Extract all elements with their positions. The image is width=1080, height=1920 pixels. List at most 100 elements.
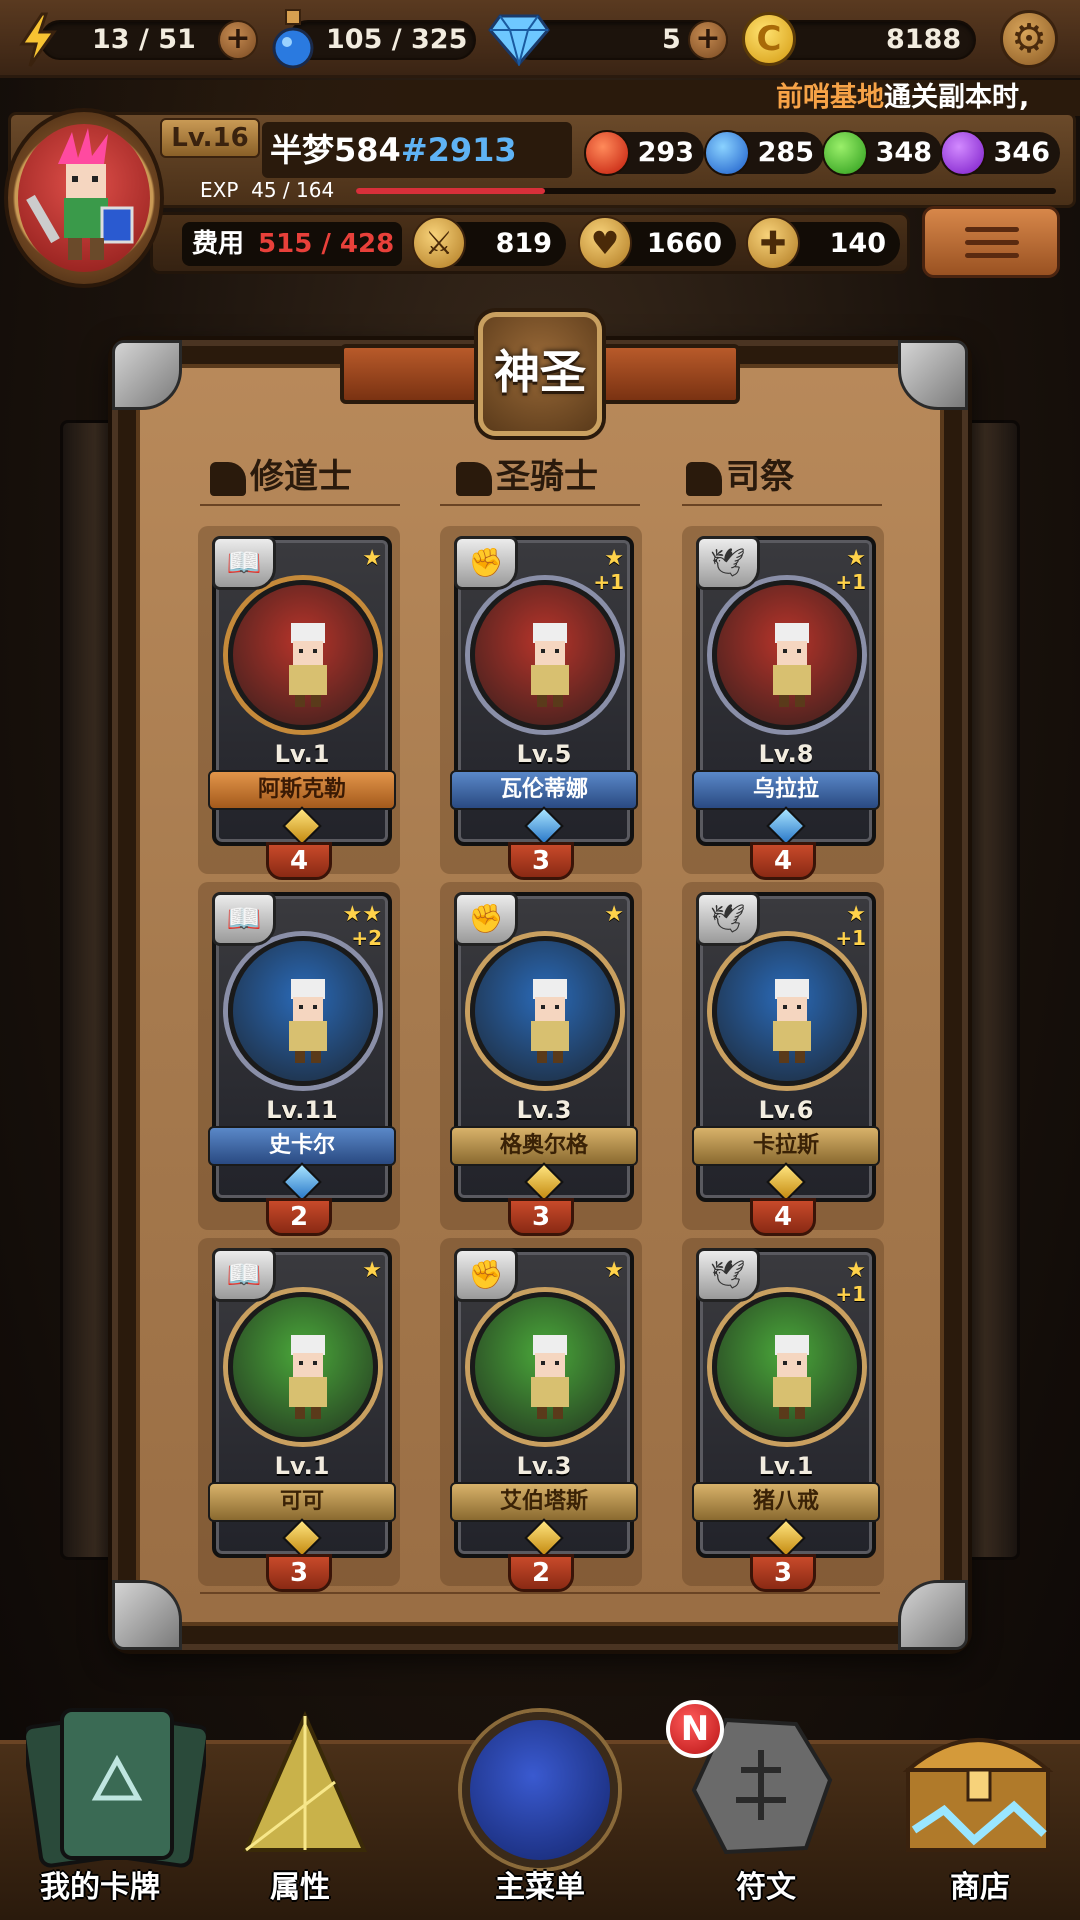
hero-card[interactable]: 🕊 ★ +1 Lv.1 猪八戒 bbox=[692, 1248, 880, 1558]
wings-class-icon: 🕊 bbox=[696, 1248, 760, 1302]
hero-sprite bbox=[773, 1335, 811, 1419]
nav-my-cards[interactable]: 我的卡牌 bbox=[0, 1690, 206, 1920]
gold-coin-icon: C bbox=[742, 12, 796, 66]
hero-portrait bbox=[228, 580, 378, 730]
card-cost: 3 bbox=[508, 1198, 574, 1236]
add-diamond-button[interactable]: + bbox=[688, 20, 728, 60]
card-cost: 2 bbox=[266, 1198, 332, 1236]
fire-element-value: 293 bbox=[637, 137, 694, 168]
hero-sprite bbox=[773, 979, 811, 1063]
new-badge: N bbox=[666, 1700, 724, 1758]
rarity-gem-icon bbox=[766, 806, 806, 846]
card-cost: 3 bbox=[508, 842, 574, 880]
hp-value: 1660 bbox=[646, 228, 722, 259]
hero-level: Lv.1 bbox=[274, 1452, 330, 1480]
hero-name: 可可 bbox=[208, 1482, 396, 1522]
monk-class-icon bbox=[210, 461, 246, 496]
nav-main-menu[interactable]: 主菜单 bbox=[440, 1690, 640, 1920]
fist-class-icon: ✊ bbox=[454, 536, 518, 590]
hero-card[interactable]: 📖 ★★ +2 Lv.11 史卡尔 bbox=[208, 892, 396, 1202]
column-header-paladin: 圣骑士 bbox=[456, 452, 656, 502]
player-name[interactable]: 半梦584#2913 bbox=[262, 122, 572, 178]
hero-sprite bbox=[531, 623, 569, 707]
hero-card[interactable]: ✊ ★ Lv.3 艾伯塔斯 bbox=[450, 1248, 638, 1558]
hamburger-icon bbox=[965, 227, 1019, 232]
card-cost: 3 bbox=[266, 1554, 332, 1592]
priest-class-icon bbox=[686, 461, 722, 496]
paladin-class-icon bbox=[456, 461, 492, 496]
hero-level: Lv.1 bbox=[274, 740, 330, 768]
hero-card[interactable]: 📖 ★ Lv.1 阿斯克勒 bbox=[208, 536, 396, 846]
divider bbox=[200, 504, 400, 506]
hero-name: 猪八戒 bbox=[692, 1482, 880, 1522]
rarity-gem-icon bbox=[766, 1162, 806, 1202]
hero-name: 史卡尔 bbox=[208, 1126, 396, 1166]
exp-readout: EXP 45 / 164 bbox=[200, 178, 334, 202]
main-menu-emblem-icon bbox=[462, 1712, 618, 1868]
hero-card[interactable]: 🕊 ★ +1 Lv.6 卡拉斯 bbox=[692, 892, 880, 1202]
energy-value: 13 / 51 bbox=[92, 24, 196, 55]
heal-value: 140 bbox=[829, 228, 886, 259]
upgrade-count: +1 bbox=[835, 570, 866, 594]
player-level-badge: Lv.16 bbox=[160, 118, 260, 158]
hero-name: 格奥尔格 bbox=[450, 1126, 638, 1166]
hero-level: Lv.5 bbox=[516, 740, 572, 768]
rarity-gem-icon bbox=[766, 1518, 806, 1558]
column-label: 司祭 bbox=[726, 457, 794, 497]
avatar[interactable] bbox=[18, 124, 150, 272]
star-rating: ★ bbox=[604, 902, 624, 927]
nav-shop[interactable]: 商店 bbox=[880, 1690, 1080, 1920]
gear-icon: ⚙ bbox=[1011, 16, 1047, 62]
hero-level: Lv.3 bbox=[516, 1096, 572, 1124]
settings-gear-button[interactable]: ⚙ bbox=[1000, 10, 1058, 68]
star-rating: ★ bbox=[604, 546, 624, 571]
upgrade-count: +1 bbox=[835, 926, 866, 950]
marquee-highlight: 前哨基地 bbox=[776, 82, 884, 113]
hero-card[interactable]: 📖 ★ Lv.1 可可 bbox=[208, 1248, 396, 1558]
card-cost: 3 bbox=[750, 1554, 816, 1592]
lightning-icon bbox=[16, 12, 60, 68]
hero-portrait bbox=[470, 580, 620, 730]
dark-orb-icon bbox=[940, 130, 986, 176]
card-deck-icon bbox=[26, 1708, 206, 1868]
nav-label: 主菜单 bbox=[495, 1870, 585, 1905]
add-energy-button[interactable]: + bbox=[218, 20, 258, 60]
deck-cost: 费用 515 / 428 bbox=[182, 222, 402, 266]
book-class-icon: 📖 bbox=[212, 536, 276, 590]
hamburger-menu-button[interactable] bbox=[922, 206, 1060, 278]
book-class-icon: 📖 bbox=[212, 892, 276, 946]
divider bbox=[682, 504, 882, 506]
heart-icon: ♥ bbox=[578, 216, 632, 270]
rarity-gem-icon bbox=[282, 806, 322, 846]
hero-name: 阿斯克勒 bbox=[208, 770, 396, 810]
rarity-gem-icon bbox=[524, 1518, 564, 1558]
plus-cross-icon: ✚ bbox=[746, 216, 800, 270]
hero-sprite bbox=[289, 979, 327, 1063]
hero-level: Lv.3 bbox=[516, 1452, 572, 1480]
wings-class-icon: 🕊 bbox=[696, 892, 760, 946]
announcement-marquee: 前哨基地通关副本时, bbox=[0, 80, 1080, 116]
hero-portrait bbox=[228, 936, 378, 1086]
hero-card[interactable]: ✊ ★ Lv.3 格奥尔格 bbox=[450, 892, 638, 1202]
upgrade-count: +1 bbox=[593, 570, 624, 594]
hero-card[interactable]: 🕊 ★ +1 Lv.8 乌拉拉 bbox=[692, 536, 880, 846]
hero-portrait bbox=[228, 1292, 378, 1442]
book-class-icon: 📖 bbox=[212, 1248, 276, 1302]
dark-element-value: 346 bbox=[993, 137, 1050, 168]
hero-card[interactable]: ✊ ★ +1 Lv.5 瓦伦蒂娜 bbox=[450, 536, 638, 846]
faction-title: 神圣 bbox=[494, 345, 586, 399]
nav-attributes[interactable]: 属性 bbox=[200, 1690, 400, 1920]
divider bbox=[440, 504, 640, 506]
rarity-gem-icon bbox=[524, 806, 564, 846]
rarity-gem-icon bbox=[524, 1162, 564, 1202]
nav-label: 符文 bbox=[736, 1870, 796, 1905]
rarity-gem-icon bbox=[282, 1162, 322, 1202]
hero-name: 艾伯塔斯 bbox=[450, 1482, 638, 1522]
column-header-priest: 司祭 bbox=[686, 452, 886, 502]
star-rating: ★ bbox=[604, 1258, 624, 1283]
nature-element-value: 348 bbox=[875, 137, 932, 168]
hero-name: 瓦伦蒂娜 bbox=[450, 770, 638, 810]
star-rating: ★★ bbox=[342, 902, 382, 927]
hero-sprite bbox=[531, 1335, 569, 1419]
player-name-text: 半梦584 bbox=[270, 131, 401, 169]
